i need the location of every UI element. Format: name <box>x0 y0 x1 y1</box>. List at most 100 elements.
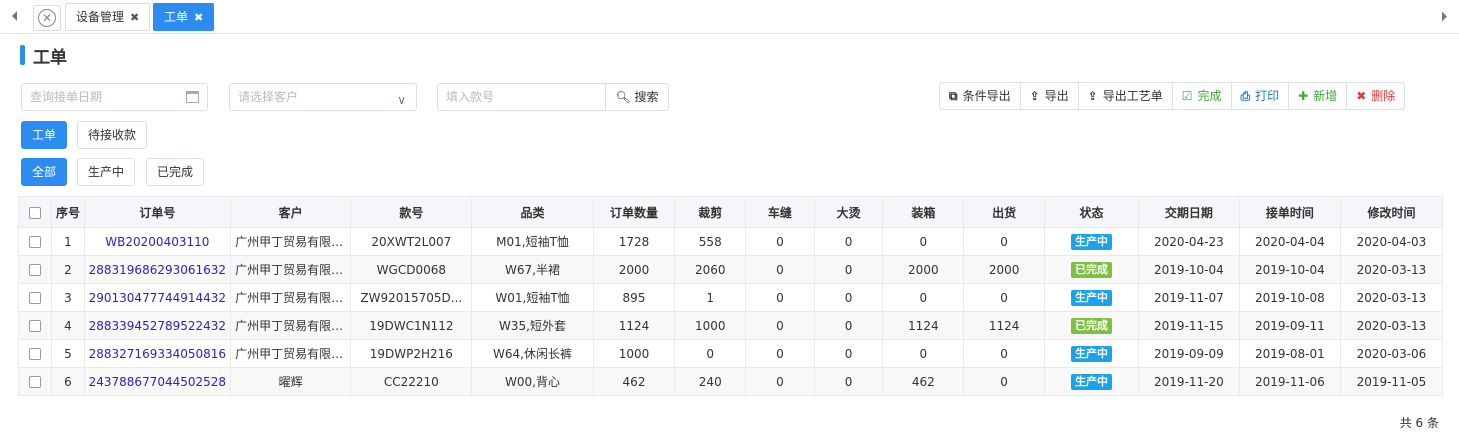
order-number-link[interactable]: 290130477744914432 <box>89 291 226 305</box>
table-row[interactable]: 5 288327169334050816 广州甲丁贸易有限公司 19DWP2H216 W… <box>17 339 1444 368</box>
table-row[interactable]: 6 243788677044502528 曜辉 CC22210 W00,背心 462 240… <box>17 367 1444 396</box>
table-row[interactable]: 2 288319686293061632 广州甲丁贸易有限公司 WGCD0068 W67… <box>17 255 1444 284</box>
table-cell: 0 <box>882 227 965 256</box>
table-cell: 1728 <box>592 227 676 256</box>
table-cell: 0 <box>813 255 884 284</box>
table-cell: WGCD0068 <box>350 255 473 284</box>
table-cell: 曜辉 <box>230 367 352 396</box>
row-checkbox[interactable] <box>17 255 53 284</box>
row-checkbox[interactable] <box>17 339 53 368</box>
order-number-link[interactable]: 243788677044502528 <box>89 375 226 389</box>
row-checkbox[interactable] <box>17 227 53 256</box>
tab-pending-receive[interactable]: 待接收款 <box>77 121 148 149</box>
scroll-right-icon[interactable]: ⏵ <box>1435 8 1453 26</box>
select-all-checkbox[interactable] <box>17 196 53 228</box>
add-button[interactable]: ✚ 新增 <box>1288 82 1348 110</box>
table-cell: 240 <box>674 367 747 396</box>
calendar-icon <box>186 91 199 103</box>
table-cell: 0 <box>963 339 1045 368</box>
table-row[interactable]: 1 WB20200403110 广州甲丁贸易有限公司 20XWT2L007 M01,短袖… <box>17 227 1444 256</box>
status-cell: 生产中 <box>1044 339 1139 368</box>
export-process-sheet-button[interactable]: ⇪ 导出工艺单 <box>1077 82 1173 110</box>
delete-button[interactable]: ✖ 删除 <box>1346 82 1406 110</box>
order-number-link[interactable]: 288319686293061632 <box>89 263 226 277</box>
table-cell: 2019-11-15 <box>1137 311 1240 340</box>
table-cell: 1124 <box>963 311 1045 340</box>
tab-label: 设备管理 <box>76 10 125 24</box>
table-cell: 0 <box>813 283 884 312</box>
customer-select[interactable]: 请选择客户 ∨ <box>229 83 417 111</box>
close-all-tabs-button[interactable]: ✕ <box>33 5 61 31</box>
table-cell: 0 <box>882 339 965 368</box>
table-cell: 0 <box>882 283 965 312</box>
table-cell: M01,短袖T恤 <box>471 227 594 256</box>
tab-device-management[interactable]: 设备管理 ✖ <box>65 3 151 31</box>
order-number-link[interactable]: 288339452789522432 <box>89 319 226 333</box>
customer-placeholder: 请选择客户 <box>238 90 299 104</box>
table-header-row: 序号 订单号 客户 款号 品类 订单数量 裁剪 车缝 大烫 装箱 出货 状态 交… <box>17 196 1444 228</box>
table-cell: ZW92015705D... <box>350 283 473 312</box>
order-number-cell: WB20200403110 <box>83 227 232 256</box>
filter-in-production[interactable]: 生产中 <box>77 158 136 186</box>
table-cell: 2019-09-09 <box>1137 339 1240 368</box>
order-date-input[interactable]: 查询接单日期 <box>21 83 208 111</box>
check-square-icon: ☑ <box>1181 89 1193 103</box>
table-cell: 2019-10-04 <box>1238 255 1341 284</box>
table-cell: 0 <box>813 311 884 340</box>
print-button[interactable]: ⎙ 打印 <box>1230 82 1290 110</box>
export-button[interactable]: ⇪ 导出 <box>1019 82 1079 110</box>
export-process-label: 导出工艺单 <box>1102 89 1163 103</box>
page-title-text: 工单 <box>33 47 67 68</box>
order-number-cell: 288339452789522432 <box>83 311 232 340</box>
scroll-left-icon[interactable]: ⏴ <box>6 8 24 26</box>
table-cell: 1 <box>51 227 85 256</box>
table-cell: 19DWC1N112 <box>350 311 473 340</box>
close-icon[interactable]: ✖ <box>194 11 203 24</box>
delete-label: 删除 <box>1371 89 1396 103</box>
table-cell: 0 <box>745 339 815 368</box>
filter-completed[interactable]: 已完成 <box>146 158 205 186</box>
style-number-input[interactable]: 填入款号 <box>437 83 606 111</box>
table-cell: 广州甲丁贸易有限公司 <box>230 283 352 312</box>
total-count: 共 6 条 <box>1399 416 1439 430</box>
table-cell: 2020-03-13 <box>1339 255 1444 284</box>
table-cell: 3 <box>51 283 85 312</box>
table-cell: 2000 <box>592 255 676 284</box>
table-cell: 6 <box>51 367 85 396</box>
table-cell: 广州甲丁贸易有限公司 <box>230 255 352 284</box>
tab-work-order[interactable]: 工单 ✖ <box>153 3 215 31</box>
checkbox-icon <box>29 264 42 276</box>
status-cell: 已完成 <box>1044 311 1139 340</box>
table-cell: 0 <box>745 311 815 340</box>
order-number-cell: 290130477744914432 <box>83 283 232 312</box>
checkbox-icon <box>29 376 42 388</box>
row-checkbox[interactable] <box>17 311 53 340</box>
column-header: 序号 <box>51 196 85 228</box>
table-cell: 广州甲丁贸易有限公司 <box>230 227 352 256</box>
table-cell: 0 <box>813 339 884 368</box>
table-cell: 2020-04-03 <box>1339 227 1444 256</box>
table-row[interactable]: 4 288339452789522432 广州甲丁贸易有限公司 19DWC1N112 W… <box>17 311 1444 340</box>
row-checkbox[interactable] <box>17 367 53 396</box>
row-checkbox[interactable] <box>17 283 53 312</box>
conditional-export-button[interactable]: ⧉ 条件导出 <box>939 82 1021 110</box>
checkbox-icon <box>29 348 42 360</box>
chevron-down-icon: ∨ <box>397 93 406 107</box>
order-number-link[interactable]: WB20200403110 <box>105 235 209 249</box>
search-button[interactable]: 🔍︎ 搜索 <box>605 83 669 111</box>
filter-all[interactable]: 全部 <box>21 158 68 186</box>
print-label: 打印 <box>1255 89 1280 103</box>
table-cell: 5 <box>51 339 85 368</box>
column-header: 接单时间 <box>1238 196 1341 228</box>
order-number-link[interactable]: 288327169334050816 <box>89 347 226 361</box>
table-cell: 0 <box>745 367 815 396</box>
upload-icon: ⇪ <box>1087 89 1098 103</box>
tab-work-orders[interactable]: 工单 <box>21 121 68 149</box>
table-cell: 2000 <box>882 255 965 284</box>
column-header: 状态 <box>1044 196 1139 228</box>
close-icon[interactable]: ✖ <box>130 11 139 24</box>
table-row[interactable]: 3 290130477744914432 广州甲丁贸易有限公司 ZW92015705D… <box>17 283 1444 312</box>
table-cell: 20XWT2L007 <box>350 227 473 256</box>
column-header: 订单号 <box>83 196 232 228</box>
complete-button[interactable]: ☑ 完成 <box>1171 82 1232 110</box>
